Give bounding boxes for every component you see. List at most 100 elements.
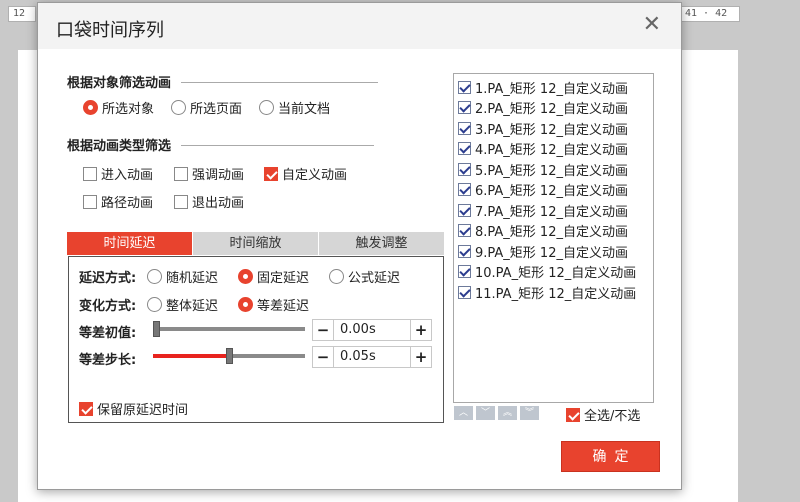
checkbox-label: 进入动画	[101, 168, 154, 183]
list-item[interactable]: 3.PA_矩形 12_自定义动画	[454, 118, 653, 139]
radio-icon	[83, 100, 98, 115]
list-item[interactable]: 10.PA_矩形 12_自定义动画	[454, 262, 653, 283]
radio-label: 所选页面	[190, 102, 243, 117]
radio-random-delay[interactable]: 随机延迟	[147, 267, 218, 286]
move-buttons: ︿ ﹀ ︽ ︾	[454, 406, 539, 420]
checkbox-label: 自定义动画	[282, 168, 348, 183]
list-item[interactable]: 8.PA_矩形 12_自定义动画	[454, 221, 653, 242]
type-filter-title: 根据动画类型筛选	[67, 139, 172, 154]
checkbox-label: 强调动画	[192, 168, 245, 183]
list-item[interactable]: 4.PA_矩形 12_自定义动画	[454, 139, 653, 160]
list-item-label: 6.PA_矩形 12_自定义动画	[475, 184, 628, 200]
step-value-slider[interactable]	[153, 348, 305, 364]
checkbox-icon[interactable]	[458, 162, 471, 176]
radio-selected-object[interactable]: 所选对象	[83, 98, 154, 117]
radio-fixed-delay[interactable]: 固定延迟	[238, 267, 309, 286]
checkbox-path-animation[interactable]: 路径动画	[83, 192, 153, 211]
checkbox-icon[interactable]	[458, 101, 471, 115]
radio-icon	[147, 297, 162, 312]
checkbox-icon[interactable]	[458, 121, 471, 135]
slider-thumb[interactable]	[153, 321, 160, 337]
checkbox-emphasis-animation[interactable]: 强调动画	[174, 164, 244, 183]
list-item-label: 10.PA_矩形 12_自定义动画	[475, 266, 637, 282]
checkbox-label: 退出动画	[192, 196, 245, 211]
list-item[interactable]: 1.PA_矩形 12_自定义动画	[454, 77, 653, 98]
move-bottom-icon[interactable]: ︾	[520, 406, 539, 420]
radio-icon	[238, 297, 253, 312]
ruler-right: 41 · 42	[680, 6, 740, 22]
tab-time-delay[interactable]: 时间延迟	[67, 232, 193, 255]
radio-label: 当前文档	[278, 102, 331, 117]
checkbox-keep-original-delay[interactable]: 保留原延迟时间	[79, 399, 188, 418]
step-value-stepper: − 0.05s +	[312, 346, 432, 368]
initial-value-field[interactable]: 0.00s	[333, 320, 411, 340]
list-item-label: 5.PA_矩形 12_自定义动画	[475, 163, 628, 179]
list-item[interactable]: 9.PA_矩形 12_自定义动画	[454, 241, 653, 262]
checkbox-icon[interactable]	[458, 203, 471, 217]
checkbox-icon[interactable]	[458, 224, 471, 238]
tab-trigger-adjust[interactable]: 触发调整	[319, 232, 444, 255]
delay-mode-label: 延迟方式:	[79, 271, 137, 286]
time-sequence-dialog: 口袋时间序列 ✕ 根据对象筛选动画 所选对象 所选页面 当前文档 根据动画类型筛…	[37, 2, 682, 490]
radio-selected-page[interactable]: 所选页面	[171, 98, 242, 117]
checkbox-icon[interactable]	[458, 244, 471, 258]
checkbox-icon[interactable]	[458, 265, 471, 279]
change-mode-label: 变化方式:	[79, 299, 137, 314]
checkbox-custom-animation[interactable]: 自定义动画	[264, 164, 347, 183]
decrement-button[interactable]: −	[313, 348, 333, 366]
checkbox-entrance-animation[interactable]: 进入动画	[83, 164, 153, 183]
dialog-header: 口袋时间序列 ✕	[38, 3, 681, 49]
move-up-icon[interactable]: ︿	[454, 406, 473, 420]
slider-thumb[interactable]	[226, 348, 233, 364]
increment-button[interactable]: +	[411, 348, 431, 366]
checkbox-icon	[174, 194, 188, 209]
radio-label: 公式延迟	[348, 271, 401, 286]
radio-label: 等差延迟	[257, 299, 310, 314]
radio-overall-delay[interactable]: 整体延迟	[147, 295, 218, 314]
close-icon[interactable]: ✕	[643, 13, 661, 37]
checkbox-icon	[83, 194, 97, 209]
step-value-field[interactable]: 0.05s	[333, 347, 411, 367]
checkbox-icon[interactable]	[458, 285, 471, 299]
radio-label: 随机延迟	[166, 271, 219, 286]
checkbox-icon	[174, 166, 188, 181]
divider	[181, 145, 374, 146]
checkbox-icon	[79, 401, 93, 416]
checkbox-exit-animation[interactable]: 退出动画	[174, 192, 244, 211]
checkbox-icon[interactable]	[458, 80, 471, 94]
radio-label: 所选对象	[102, 102, 155, 117]
radio-current-document[interactable]: 当前文档	[259, 98, 330, 117]
radio-arithmetic-delay[interactable]: 等差延迟	[238, 295, 309, 314]
checkbox-icon[interactable]	[458, 183, 471, 197]
list-item-label: 9.PA_矩形 12_自定义动画	[475, 245, 628, 261]
list-item[interactable]: 7.PA_矩形 12_自定义动画	[454, 200, 653, 221]
list-item[interactable]: 2.PA_矩形 12_自定义动画	[454, 98, 653, 119]
move-top-icon[interactable]: ︽	[498, 406, 517, 420]
ok-button[interactable]: 确定	[561, 441, 660, 472]
radio-icon	[259, 100, 274, 115]
tab-time-scale[interactable]: 时间缩放	[193, 232, 319, 255]
list-item[interactable]: 5.PA_矩形 12_自定义动画	[454, 159, 653, 180]
initial-value-stepper: − 0.00s +	[312, 319, 432, 341]
decrement-button[interactable]: −	[313, 321, 333, 339]
checkbox-icon	[264, 166, 278, 181]
slider-fill	[153, 354, 226, 358]
increment-button[interactable]: +	[411, 321, 431, 339]
checkbox-select-all[interactable]: 全选/不选	[566, 405, 640, 424]
animation-list[interactable]: 1.PA_矩形 12_自定义动画 2.PA_矩形 12_自定义动画 3.PA_矩形 …	[453, 73, 654, 403]
radio-label: 整体延迟	[166, 299, 219, 314]
initial-value-slider[interactable]	[153, 321, 305, 337]
list-item[interactable]: 11.PA_矩形 12_自定义动画	[454, 282, 653, 303]
checkbox-icon	[83, 166, 97, 181]
radio-icon	[147, 269, 162, 284]
list-item-label: 4.PA_矩形 12_自定义动画	[475, 143, 628, 159]
list-item-label: 11.PA_矩形 12_自定义动画	[475, 286, 637, 302]
move-down-icon[interactable]: ﹀	[476, 406, 495, 420]
step-value-label: 等差步长:	[79, 353, 137, 368]
checkbox-icon[interactable]	[458, 142, 471, 156]
list-item[interactable]: 6.PA_矩形 12_自定义动画	[454, 180, 653, 201]
slider-track	[153, 327, 305, 331]
radio-formula-delay[interactable]: 公式延迟	[329, 267, 400, 286]
checkbox-label: 路径动画	[101, 196, 154, 211]
divider	[181, 82, 378, 83]
